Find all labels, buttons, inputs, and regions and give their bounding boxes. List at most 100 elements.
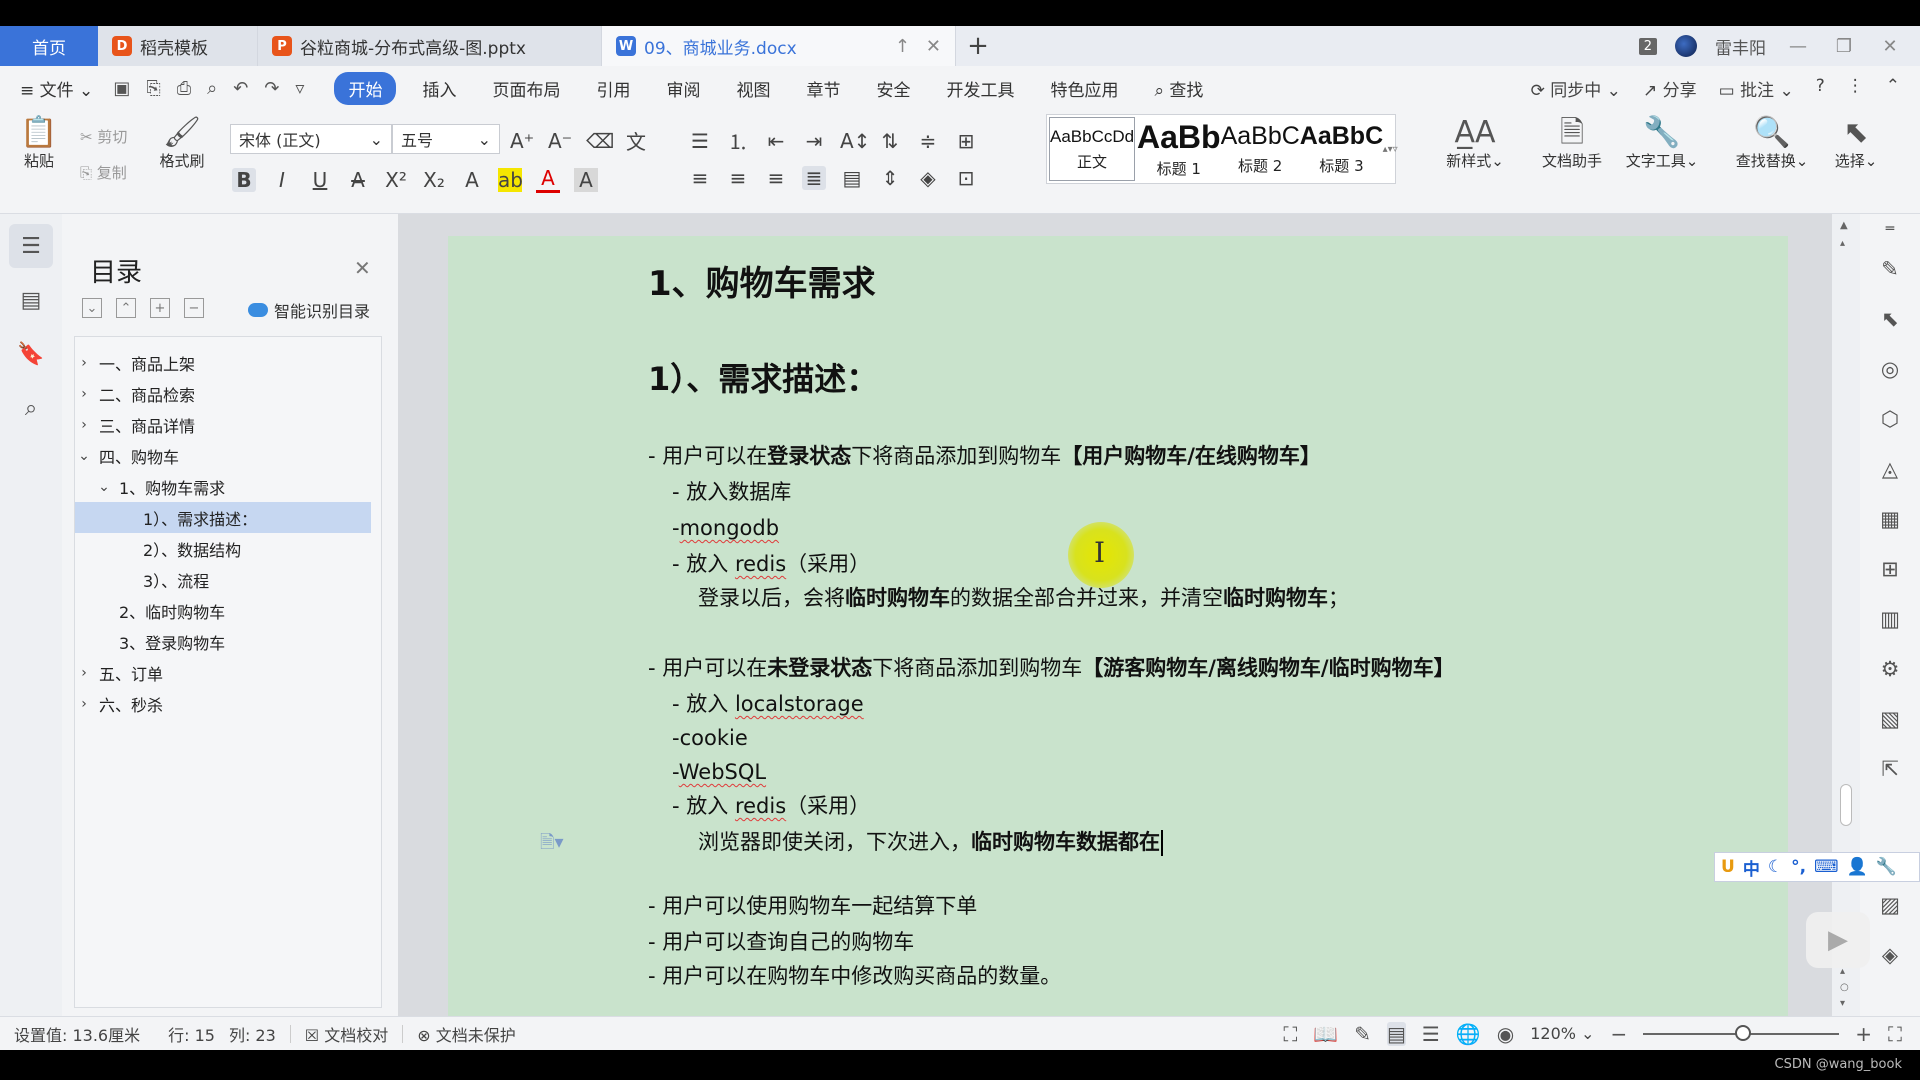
text-tools-button[interactable]: 🔧 文字工具⌄ <box>1620 116 1704 171</box>
reading-mode-icon[interactable]: 📖 <box>1313 1022 1338 1046</box>
vertical-scrollbar[interactable]: ▲ ▴ ▴ ○ ▾ <box>1832 214 1860 1016</box>
paragraph-line[interactable]: -cookie <box>672 724 748 752</box>
search-command[interactable]: ⌕ 查找 <box>1154 76 1203 101</box>
document-page[interactable]: 1、购物车需求 1）、需求描述： - 用户可以在登录状态下将商品添加到购物车【用… <box>448 236 1788 1016</box>
print-preview-icon[interactable]: ⌕ <box>207 78 217 99</box>
comment-button[interactable]: ▭ 批注 ⌄ <box>1719 76 1794 101</box>
help-icon[interactable]: ? <box>1816 76 1825 101</box>
fit-page-icon[interactable]: ⛶ <box>1888 1022 1902 1046</box>
style-gallery-scroll[interactable]: ▴▾▿ <box>1383 115 1398 183</box>
select-pointer-icon[interactable]: ⬉ <box>1860 294 1920 344</box>
chevron-down-icon[interactable]: ⌄ <box>95 479 113 495</box>
tab-view[interactable]: 视图 <box>736 76 770 101</box>
location-icon[interactable]: ◎ <box>1860 344 1920 394</box>
smart-toc-button[interactable]: 智能识别目录 <box>248 298 370 322</box>
toc-panel-icon[interactable]: ☰ <box>9 224 53 268</box>
text-effect-icon[interactable]: A <box>460 168 484 192</box>
tab-docx[interactable]: W 09、商城业务.docx ↑ ✕ <box>602 26 956 66</box>
customize-icon[interactable]: ▿ <box>295 78 304 99</box>
numbered-list-icon[interactable]: ⒈ <box>726 126 750 155</box>
scroll-up-icon[interactable]: ▲ <box>1840 220 1848 231</box>
paragraph-line[interactable]: 浏览器即使关闭，下次进入，临时购物车数据都在 <box>698 828 1163 856</box>
tab-special[interactable]: 特色应用 <box>1050 76 1118 101</box>
chevron-right-icon[interactable]: › <box>75 355 93 371</box>
new-tab-button[interactable]: + <box>956 26 1000 66</box>
copy-button[interactable]: ⎘ 复制 <box>80 162 127 183</box>
settings-icon[interactable]: ⚙ <box>1860 644 1920 694</box>
page-view-icon[interactable]: ▤ <box>1387 1021 1406 1046</box>
toc-item[interactable]: ⌄ 四、购物车 <box>75 440 381 471</box>
punctuation-icon[interactable]: °, <box>1791 857 1806 877</box>
tab-developer[interactable]: 开发工具 <box>946 76 1014 101</box>
undo-icon[interactable]: ↶ <box>233 78 248 99</box>
document-canvas[interactable]: 1、购物车需求 1）、需求描述： - 用户可以在登录状态下将商品添加到购物车【用… <box>398 214 1832 1016</box>
shapes-icon[interactable]: ⬡ <box>1860 394 1920 444</box>
gallery-icon[interactable]: ▧ <box>1860 694 1920 744</box>
underline-icon[interactable]: U <box>308 168 332 192</box>
align-center-icon[interactable]: ≡ <box>726 166 750 190</box>
style-heading-1[interactable]: AaBb 标题 1 <box>1137 115 1221 183</box>
scroll-top-icon[interactable]: ▴ <box>1840 238 1845 249</box>
collapse-icon[interactable]: ═ <box>1860 214 1920 244</box>
shading-icon[interactable]: ◈ <box>916 166 940 190</box>
paragraph-line[interactable]: - 放入数据库 <box>672 478 791 506</box>
paste-button[interactable]: 📋 粘贴 <box>14 116 64 171</box>
file-menu[interactable]: ≡ 文件 ⌄ <box>20 76 93 101</box>
toc-item[interactable]: ⌄ 1、购物车需求 <box>75 471 381 502</box>
pin-icon[interactable]: ↑ <box>895 36 910 57</box>
style-heading-2[interactable]: AaBbC 标题 2 <box>1221 115 1300 183</box>
style-normal[interactable]: AaBbCcDd 正文 <box>1049 117 1135 181</box>
tab-daoke[interactable]: D 稻壳模板 <box>98 26 258 66</box>
toc-item-selected[interactable]: 1）、需求描述： <box>75 502 371 533</box>
find-panel-icon[interactable]: ⌕ <box>9 386 53 430</box>
paragraph-line[interactable]: -mongodb <box>672 514 779 542</box>
table-border-icon[interactable]: ⊞ <box>954 129 978 153</box>
toc-item[interactable]: › 三、商品详情 <box>75 409 381 440</box>
user-name[interactable]: 雷丰阳 <box>1715 34 1766 59</box>
moon-icon[interactable]: ☾ <box>1768 857 1783 877</box>
close-icon[interactable]: ✕ <box>354 256 371 280</box>
heading-2[interactable]: 1）、需求描述： <box>648 354 878 400</box>
tools-icon[interactable]: 🔧 <box>1876 857 1897 877</box>
font-name-select[interactable]: 宋体 (正文) ⌄ <box>230 124 392 154</box>
window-count-badge[interactable]: 2 <box>1638 37 1657 55</box>
zoom-slider-handle[interactable] <box>1735 1024 1752 1041</box>
clear-format-icon[interactable]: ⌫ <box>586 129 614 153</box>
zoom-slider[interactable] <box>1643 1024 1840 1041</box>
tab-references[interactable]: 引用 <box>596 76 630 101</box>
tab-insert[interactable]: 插入 <box>422 76 456 101</box>
user-icon[interactable]: 👤 <box>1847 857 1868 877</box>
paragraph-line[interactable]: -WebSQL <box>672 758 766 786</box>
chart-icon[interactable]: ▥ <box>1860 594 1920 644</box>
chevron-right-icon[interactable]: › <box>75 696 93 712</box>
char-shading-icon[interactable]: A <box>574 167 598 192</box>
avatar[interactable] <box>1675 35 1697 57</box>
toc-item[interactable]: › 六、秒杀 <box>75 688 381 719</box>
style-heading-3[interactable]: AaBbC 标题 3 <box>1300 115 1383 183</box>
font-size-select[interactable]: 五号 ⌄ <box>392 124 500 154</box>
remove-heading-icon[interactable]: − <box>184 298 204 318</box>
zoom-level[interactable]: 120% ⌄ <box>1530 1024 1594 1043</box>
toc-item[interactable]: 2、临时购物车 <box>75 595 381 626</box>
keyboard-icon[interactable]: ⌨ <box>1814 857 1839 877</box>
page-panel-icon[interactable]: ▤ <box>9 278 53 322</box>
bold-icon[interactable]: B <box>232 167 256 192</box>
select-browse-icon[interactable]: ○ <box>1840 982 1849 993</box>
tab-start[interactable]: 开始 <box>334 71 397 105</box>
share-button[interactable]: ↗ 分享 <box>1643 76 1697 101</box>
tab-pptx[interactable]: P 谷粒商城-分布式高级-图.pptx <box>258 26 602 66</box>
superscript-icon[interactable]: X² <box>384 168 408 192</box>
paragraph-line[interactable]: - 用户可以在未登录状态下将商品添加到购物车【游客购物车/离线购物车/临时购物车… <box>648 654 1455 682</box>
ime-logo-icon[interactable]: U <box>1721 857 1735 877</box>
outline-view-icon[interactable]: ☰ <box>1422 1022 1440 1046</box>
grow-font-icon[interactable]: A⁺ <box>510 129 534 153</box>
chevron-down-icon[interactable]: ⌄ <box>75 448 93 464</box>
justify-icon[interactable]: ≣ <box>802 166 826 190</box>
style-icon[interactable]: ◬ <box>1860 444 1920 494</box>
select-button[interactable]: ⬉ 选择⌄ <box>1826 116 1886 171</box>
paragraph-line[interactable]: - 用户可以在登录状态下将商品添加到购物车【用户购物车/在线购物车】 <box>648 442 1321 470</box>
tab-review[interactable]: 审阅 <box>666 76 700 101</box>
fullscreen-icon[interactable]: ⛶ <box>1283 1022 1297 1046</box>
apps-icon[interactable]: ⊞ <box>1860 544 1920 594</box>
toc-item[interactable]: › 一、商品上架 <box>75 347 381 378</box>
